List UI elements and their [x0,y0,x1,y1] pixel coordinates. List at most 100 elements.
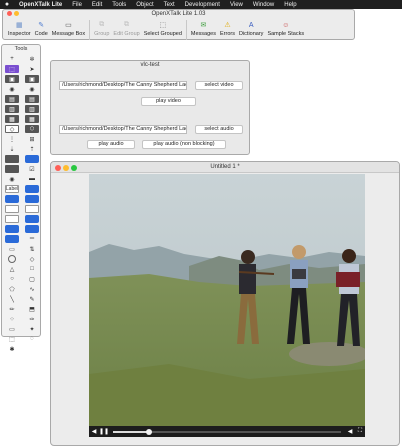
volume-icon[interactable]: ◀ [89,428,99,435]
tool-roundrect-icon[interactable]: ▢ [25,275,39,283]
pause-icon[interactable]: ❚❚ [99,428,109,435]
tool-list-icon[interactable]: ▤ [25,95,39,103]
tool-pointer-icon[interactable]: ➤ [25,65,39,73]
tool-scroll-icon[interactable]: ▦ [5,115,19,123]
tool-oval-icon[interactable]: ○ [5,275,19,283]
errors-button[interactable]: ⚠ Errors [220,20,235,37]
tool-settings-icon[interactable]: ✲ [25,55,39,63]
edit-group-button[interactable]: ⧉ Edit Group [113,20,139,37]
progress-slider[interactable] [113,428,341,435]
tool-browse-icon[interactable]: ⬚ [5,65,19,73]
tool-text-field-icon[interactable] [5,205,19,213]
tool-button2-icon[interactable] [5,165,19,173]
tool-field-icon[interactable]: ▤ [5,95,19,103]
sample-stacks-button[interactable]: ☺ Sample Stacks [267,20,304,38]
tool-tab-icon[interactable] [25,185,39,193]
tool-svg-icon[interactable]: ◇ [5,125,19,133]
select-audio-button[interactable]: select audio [195,125,243,134]
tool-checkbox-icon[interactable]: ☑ [25,165,39,173]
tool-label-icon[interactable]: ▬ [25,175,39,183]
video-frame[interactable] [89,174,365,435]
tool-button-icon[interactable] [5,155,19,163]
tool-option-icon[interactable] [5,225,19,233]
tool-polygon-icon[interactable]: ⬠ [5,285,19,293]
tool-svg2-icon[interactable]: ⬡ [25,125,39,133]
tool-navigate-icon[interactable]: ⇡ [25,145,39,153]
toolbar-minimize-button[interactable] [14,11,19,16]
progress-knob[interactable] [146,428,153,435]
tool-graphic-icon[interactable]: ▣ [25,75,39,83]
messages-button[interactable]: ✉ Messages [191,20,216,37]
tool-line-icon[interactable]: ╲ [5,295,19,303]
tool-add-icon[interactable]: + [5,55,19,63]
tool-radio-icon[interactable]: ◉ [5,175,19,183]
play-video-button[interactable]: play video [141,97,196,106]
menu-development[interactable]: Development [180,2,225,8]
menu-help[interactable]: Help [279,2,301,8]
select-video-button[interactable]: select video [195,81,243,90]
select-grouped-icon: ⬚ [159,22,167,29]
tool-pencil-icon[interactable]: ✏ [5,305,19,313]
tool-brush-icon[interactable]: ✑ [25,315,39,323]
tool-align-icon[interactable]: ⊞ [25,135,39,143]
minimize-button[interactable] [63,165,69,171]
audio-path-field[interactable]: /Users/richmond/Desktop/The Canny Shephe… [59,125,187,134]
menu-tools[interactable]: Tools [107,2,131,8]
tool-grid-icon[interactable]: ▥ [25,105,39,113]
menu-view[interactable]: View [225,2,248,8]
tool-arrow-icon[interactable]: ⇣ [5,145,19,153]
inspector-button[interactable]: ▦ Inspector [8,20,31,37]
tool-dropper-icon[interactable]: ✦ [25,325,39,333]
tool-dotted-icon[interactable]: ⋮ [5,135,19,143]
tool-stepper-icon[interactable]: ⇅ [25,245,39,253]
tool-curve-icon[interactable]: ∿ [25,285,39,293]
menu-window[interactable]: Window [248,2,279,8]
tool-triangle-icon[interactable]: △ [5,265,19,273]
tool-widget-icon[interactable]: ◉ [25,85,39,93]
tool-freehand-icon[interactable]: ✎ [25,295,39,303]
menu-edit[interactable]: Edit [87,2,107,8]
tool-slider-icon[interactable] [5,235,19,243]
tool-label-field-icon[interactable]: Label [5,185,19,193]
message-box-button[interactable]: ▭ Message Box [52,20,85,37]
tool-lasso-icon[interactable]: ◌ [25,335,39,343]
group-button[interactable]: ⧉ Group [94,20,109,37]
tool-spray-icon[interactable]: ⁘ [5,315,19,323]
tool-eraser-icon[interactable]: ▭ [5,325,19,333]
menu-object[interactable]: Object [131,2,158,8]
play-audio-non-blocking-button[interactable]: play audio (non blocking) [142,140,226,149]
select-grouped-button[interactable]: ⬚ Select Grouped [144,20,182,37]
video-path-field[interactable]: /Users/richmond/Desktop/The Canny Shephe… [59,81,187,90]
tool-popup-icon[interactable] [25,195,39,203]
tool-bucket-icon[interactable]: ⬒ [25,305,39,313]
tool-scrolling-field-icon[interactable] [25,205,39,213]
play-audio-button[interactable]: play audio [87,140,135,149]
tool-circle-icon[interactable] [8,255,16,263]
tool-diamond-icon[interactable]: ◇ [25,255,39,263]
tool-pulldown-icon[interactable] [25,225,39,233]
code-button[interactable]: ✎ Code [35,20,48,37]
tool-combo-icon[interactable] [25,215,39,223]
tool-tree-icon[interactable]: ▦ [25,115,39,123]
apple-menu-icon[interactable]: ● [0,1,14,8]
close-button[interactable] [55,165,61,171]
volume-output-icon[interactable]: ◀ [345,428,355,435]
tool-list-field-icon[interactable] [5,215,19,223]
tool-scrollbar-icon[interactable]: ═ [25,235,39,243]
tool-gear-icon[interactable]: ✱ [5,345,19,353]
tool-table-icon[interactable]: ▥ [5,105,19,113]
dictionary-button[interactable]: A Dictionary [239,20,263,38]
tool-blue-button-icon[interactable] [25,155,39,163]
menu-app[interactable]: OpenXTalk Lite [14,2,67,8]
zoom-button[interactable] [71,165,77,171]
tool-select-icon[interactable]: ⬚ [5,335,19,343]
fullscreen-icon[interactable]: ⛶ [355,428,365,435]
menu-text[interactable]: Text [159,2,180,8]
menu-file[interactable]: File [67,2,87,8]
tool-player-icon[interactable]: ◉ [5,85,19,93]
tool-menu-icon[interactable] [5,195,19,203]
tool-progress-icon[interactable]: ▭ [5,245,19,253]
tool-square-icon[interactable]: □ [25,265,39,273]
toolbar-close-button[interactable] [7,11,12,16]
tool-image-icon[interactable]: ▣ [5,75,19,83]
